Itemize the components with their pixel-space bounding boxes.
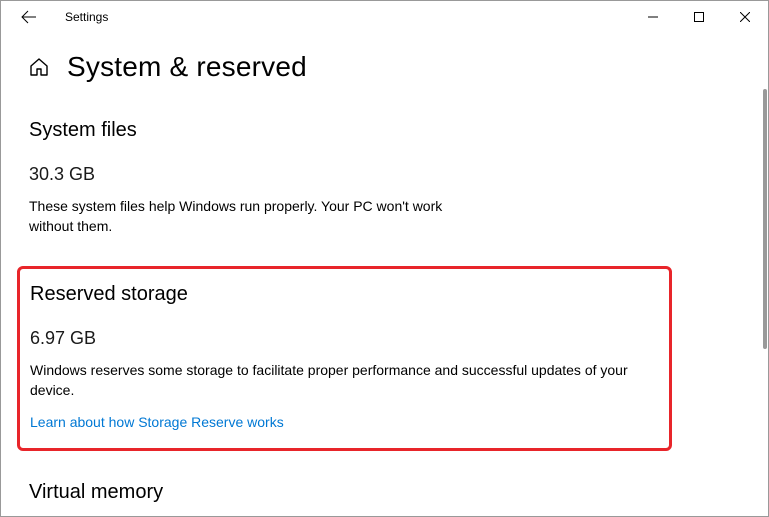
system-files-section: System files 30.3 GB These system files … [29,115,740,240]
close-button[interactable] [722,1,768,33]
section-heading: System files [29,119,740,142]
maximize-button[interactable] [676,1,722,33]
home-icon [29,57,49,77]
section-description: Windows reserves some storage to facilit… [30,361,659,400]
arrow-left-icon [21,9,37,25]
section-heading: Reserved storage [30,283,659,306]
section-value: 6.97 GB [30,328,659,349]
section-description: These system files help Windows run prop… [29,197,449,236]
scrollbar[interactable] [757,33,767,515]
titlebar: Settings [1,1,768,33]
window-controls [630,1,768,33]
scrollbar-thumb[interactable] [763,89,767,349]
close-icon [740,12,750,22]
section-heading: Virtual memory [29,481,740,504]
page-title: System & reserved [67,51,307,83]
section-value: 30.3 GB [29,164,740,185]
minimize-button[interactable] [630,1,676,33]
reserved-storage-section: Reserved storage 6.97 GB Windows reserve… [30,279,659,436]
virtual-memory-section: Virtual memory 3.64 GB [29,477,740,516]
minimize-icon [648,12,658,22]
learn-more-link[interactable]: Learn about how Storage Reserve works [30,414,284,430]
highlight-annotation: Reserved storage 6.97 GB Windows reserve… [17,266,672,451]
page-header: System & reserved [29,51,740,83]
app-title: Settings [65,10,108,24]
content-area: System & reserved System files 30.3 GB T… [1,33,768,516]
back-button[interactable] [9,1,49,33]
maximize-icon [694,12,704,22]
